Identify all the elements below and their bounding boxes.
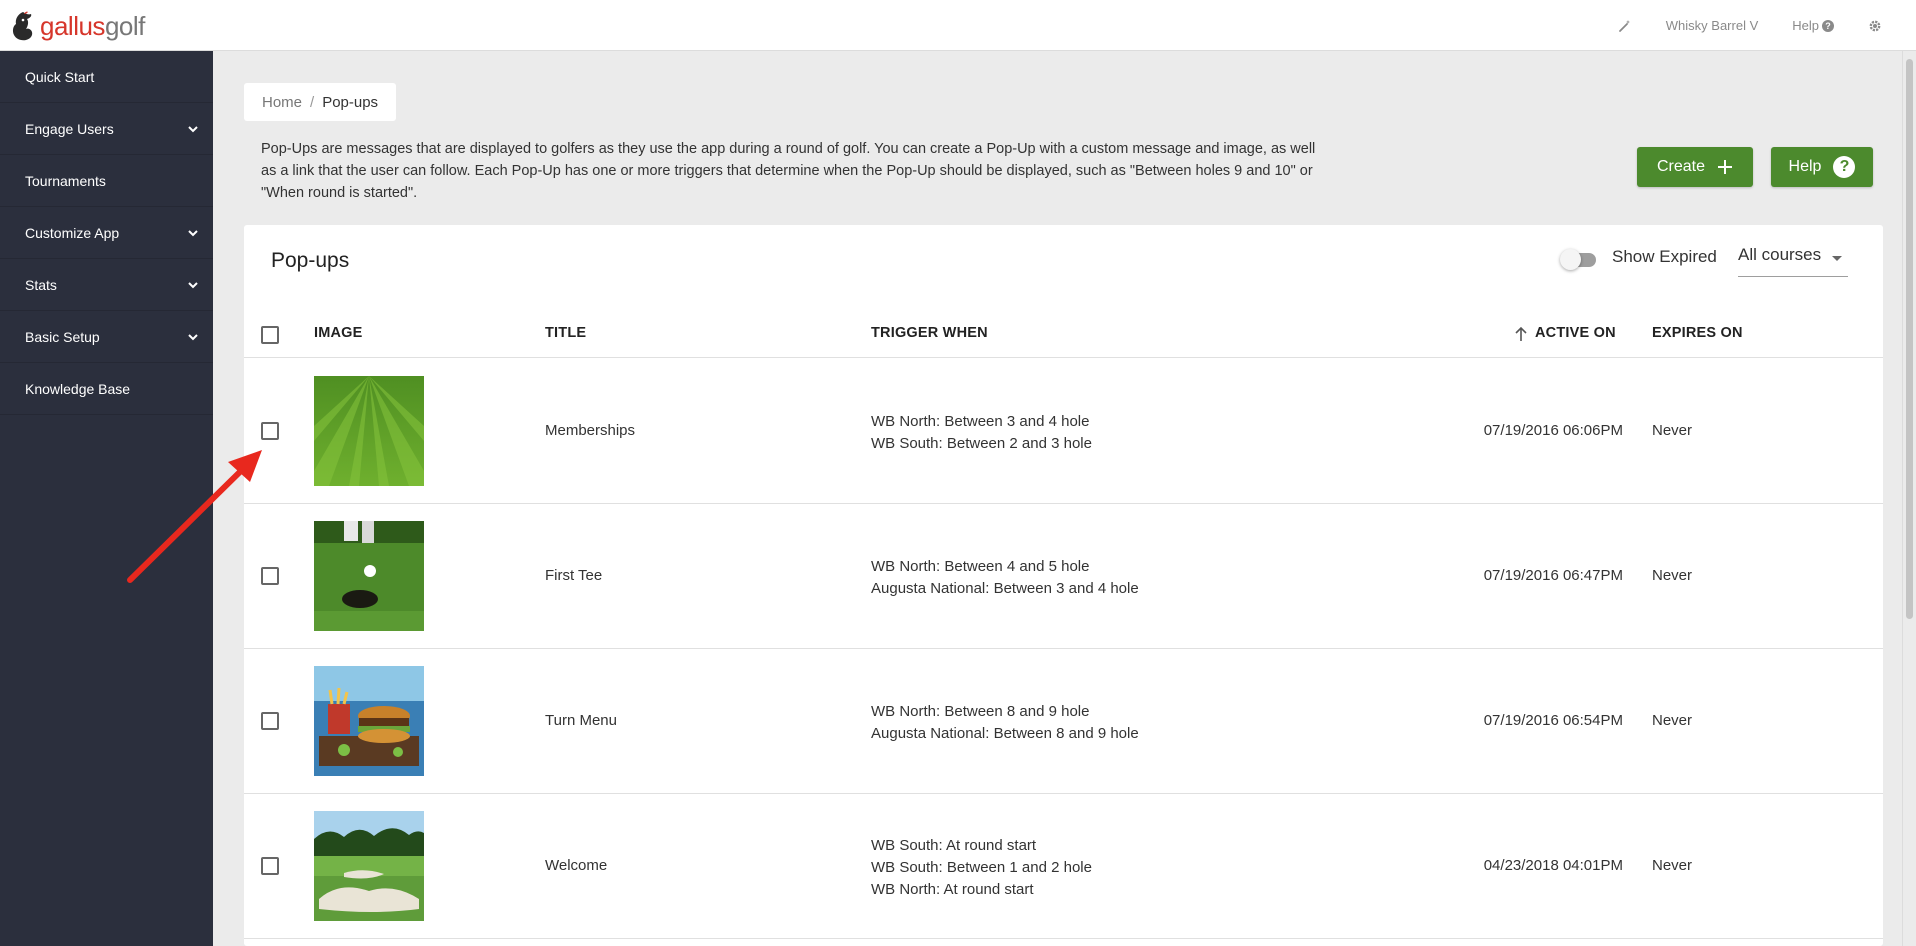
row-checkbox[interactable] [261, 422, 279, 440]
question-circle-icon: ? [1833, 156, 1856, 178]
top-right-menu: Whisky Barrel V Help? [1584, 0, 1882, 51]
column-header-title[interactable]: TITLE [545, 325, 586, 341]
popups-card: Pop-ups Show Expired All courses IMAGE T… [244, 225, 1883, 946]
create-button-label: Create [1656, 158, 1706, 175]
popup-expires-on: Never [1652, 712, 1693, 729]
trigger-line: WB North: At round start [871, 881, 1034, 898]
sidebar-item-label: Tournaments [25, 172, 106, 189]
popup-active-on: 07/19/2016 06:06PM [1483, 422, 1623, 439]
course-filter-select[interactable]: All courses [1738, 245, 1848, 277]
table-header: IMAGE TITLE TRIGGER WHEN ACTIVE ON EXPIR… [244, 313, 1883, 358]
trigger-line: WB North: Between 3 and 4 hole [871, 413, 1090, 430]
page-description: Pop-Ups are messages that are displayed … [261, 141, 1316, 201]
sidebar-item-customize-app[interactable]: Customize App [0, 207, 213, 259]
sidebar-item-tournaments[interactable]: Tournaments [0, 155, 213, 207]
sidebar-item-label: Quick Start [25, 68, 95, 85]
scrollbar-thumb[interactable] [1906, 59, 1913, 619]
popup-image-golf-ball-near-hole[interactable] [314, 521, 424, 631]
help-link-label: Help [1792, 18, 1819, 33]
rooster-logo-icon [12, 11, 33, 41]
logo-text-part2: golf [104, 10, 145, 41]
popup-title[interactable]: Memberships [545, 422, 635, 439]
row-checkbox[interactable] [261, 857, 279, 875]
trigger-line: WB North: Between 4 and 5 hole [871, 558, 1090, 575]
sidebar-item-label: Basic Setup [25, 328, 100, 345]
trigger-line: WB South: Between 2 and 3 hole [871, 435, 1092, 452]
column-header-trigger: TRIGGER WHEN [871, 325, 988, 341]
card-title: Pop-ups [271, 249, 350, 272]
question-circle-icon: ? [1822, 19, 1834, 32]
sort-arrow-up-icon[interactable] [1514, 326, 1528, 342]
select-all-checkbox[interactable] [261, 326, 279, 344]
sidebar-item-label: Customize App [25, 224, 120, 241]
plus-icon [1718, 160, 1733, 174]
chevron-down-icon [188, 334, 198, 341]
toggle-knob [1560, 249, 1581, 270]
breadcrumb: Home / Pop-ups [244, 83, 397, 121]
chevron-down-icon [188, 230, 198, 237]
trigger-line: WB South: Between 1 and 2 hole [871, 859, 1092, 876]
show-expired-label: Show Expired [1612, 247, 1717, 266]
popup-title[interactable]: Welcome [545, 857, 607, 874]
popup-triggers: WB North: Between 4 and 5 hole Augusta Na… [871, 556, 1139, 600]
caret-down-icon [1832, 256, 1842, 261]
chevron-down-icon [188, 282, 198, 289]
sidebar-item-engage-users[interactable]: Engage Users [0, 103, 213, 155]
table-row[interactable]: Welcome WB South: At round start WB South:… [244, 794, 1883, 939]
popup-active-on: 07/19/2016 06:54PM [1483, 712, 1623, 729]
sidebar-item-basic-setup[interactable]: Basic Setup [0, 311, 213, 363]
popup-triggers: WB South: At round start WB South: Betwee… [871, 835, 1092, 901]
popup-active-on: 04/23/2018 04:01PM [1483, 857, 1623, 874]
table-row[interactable]: Memberships WB North: Between 3 and 4 hol… [244, 359, 1883, 504]
popup-expires-on: Never [1652, 567, 1693, 584]
table-row[interactable]: First Tee WB North: Between 4 and 5 hole A… [244, 504, 1883, 649]
trigger-line: Augusta National: Between 3 and 4 hole [871, 580, 1139, 597]
popup-image-golf-course-bunker[interactable] [314, 811, 424, 921]
top-bar: gallusgolf Whisky Barrel V Help? [0, 0, 1916, 51]
popup-triggers: WB North: Between 3 and 4 hole WB South: … [871, 411, 1092, 455]
logo-text: gallusgolf [40, 11, 145, 42]
column-header-image: IMAGE [314, 325, 363, 341]
popup-title[interactable]: Turn Menu [545, 712, 617, 729]
help-link[interactable]: Help? [1792, 18, 1834, 33]
sidebar-item-label: Stats [25, 276, 57, 293]
popup-title[interactable]: First Tee [545, 567, 602, 584]
sidebar: Quick Start Engage Users Tournaments Custom… [0, 51, 213, 946]
popup-image-striped-fairway-grass[interactable] [314, 376, 424, 486]
gallus-golf-logo[interactable]: gallusgolf [10, 10, 145, 42]
breadcrumb-current: Pop-ups [322, 93, 379, 111]
table-row[interactable]: Turn Menu WB North: Between 8 and 9 hole A… [244, 649, 1883, 794]
trigger-line: WB South: At round start [871, 837, 1037, 854]
sidebar-item-label: Knowledge Base [25, 380, 131, 397]
chevron-down-icon [188, 126, 198, 133]
popup-image-burger-and-fries-plate[interactable] [314, 666, 424, 776]
breadcrumb-home[interactable]: Home [262, 94, 302, 111]
popup-triggers: WB North: Between 8 and 9 hole Augusta Na… [871, 701, 1139, 745]
logo-text-part1: gallus [40, 10, 105, 41]
show-expired-toggle[interactable] [1560, 248, 1600, 270]
create-button[interactable]: Create [1637, 147, 1753, 187]
sidebar-item-knowledge-base[interactable]: Knowledge Base [0, 363, 213, 415]
column-header-expires-on[interactable]: EXPIRES ON [1652, 325, 1743, 341]
account-menu[interactable]: Whisky Barrel V [1666, 18, 1758, 33]
trigger-line: Augusta National: Between 8 and 9 hole [871, 725, 1139, 742]
course-filter-value: All courses [1738, 245, 1822, 264]
sidebar-item-label: Engage Users [25, 120, 114, 137]
gear-icon[interactable] [1868, 19, 1882, 33]
magic-wand-icon[interactable] [1618, 19, 1632, 33]
help-button[interactable]: Help ? [1771, 147, 1873, 187]
page-scrollbar[interactable] [1902, 51, 1916, 946]
sidebar-item-quick-start[interactable]: Quick Start [0, 51, 213, 103]
breadcrumb-separator: / [310, 93, 315, 111]
trigger-line: WB North: Between 8 and 9 hole [871, 703, 1090, 720]
popup-active-on: 07/19/2016 06:47PM [1483, 567, 1623, 584]
popup-expires-on: Never [1652, 422, 1693, 439]
row-checkbox[interactable] [261, 567, 279, 585]
help-button-label: Help [1788, 158, 1822, 175]
popup-expires-on: Never [1652, 857, 1693, 874]
column-header-active-on[interactable]: ACTIVE ON [1535, 325, 1616, 341]
sidebar-item-stats[interactable]: Stats [0, 259, 213, 311]
row-checkbox[interactable] [261, 712, 279, 730]
